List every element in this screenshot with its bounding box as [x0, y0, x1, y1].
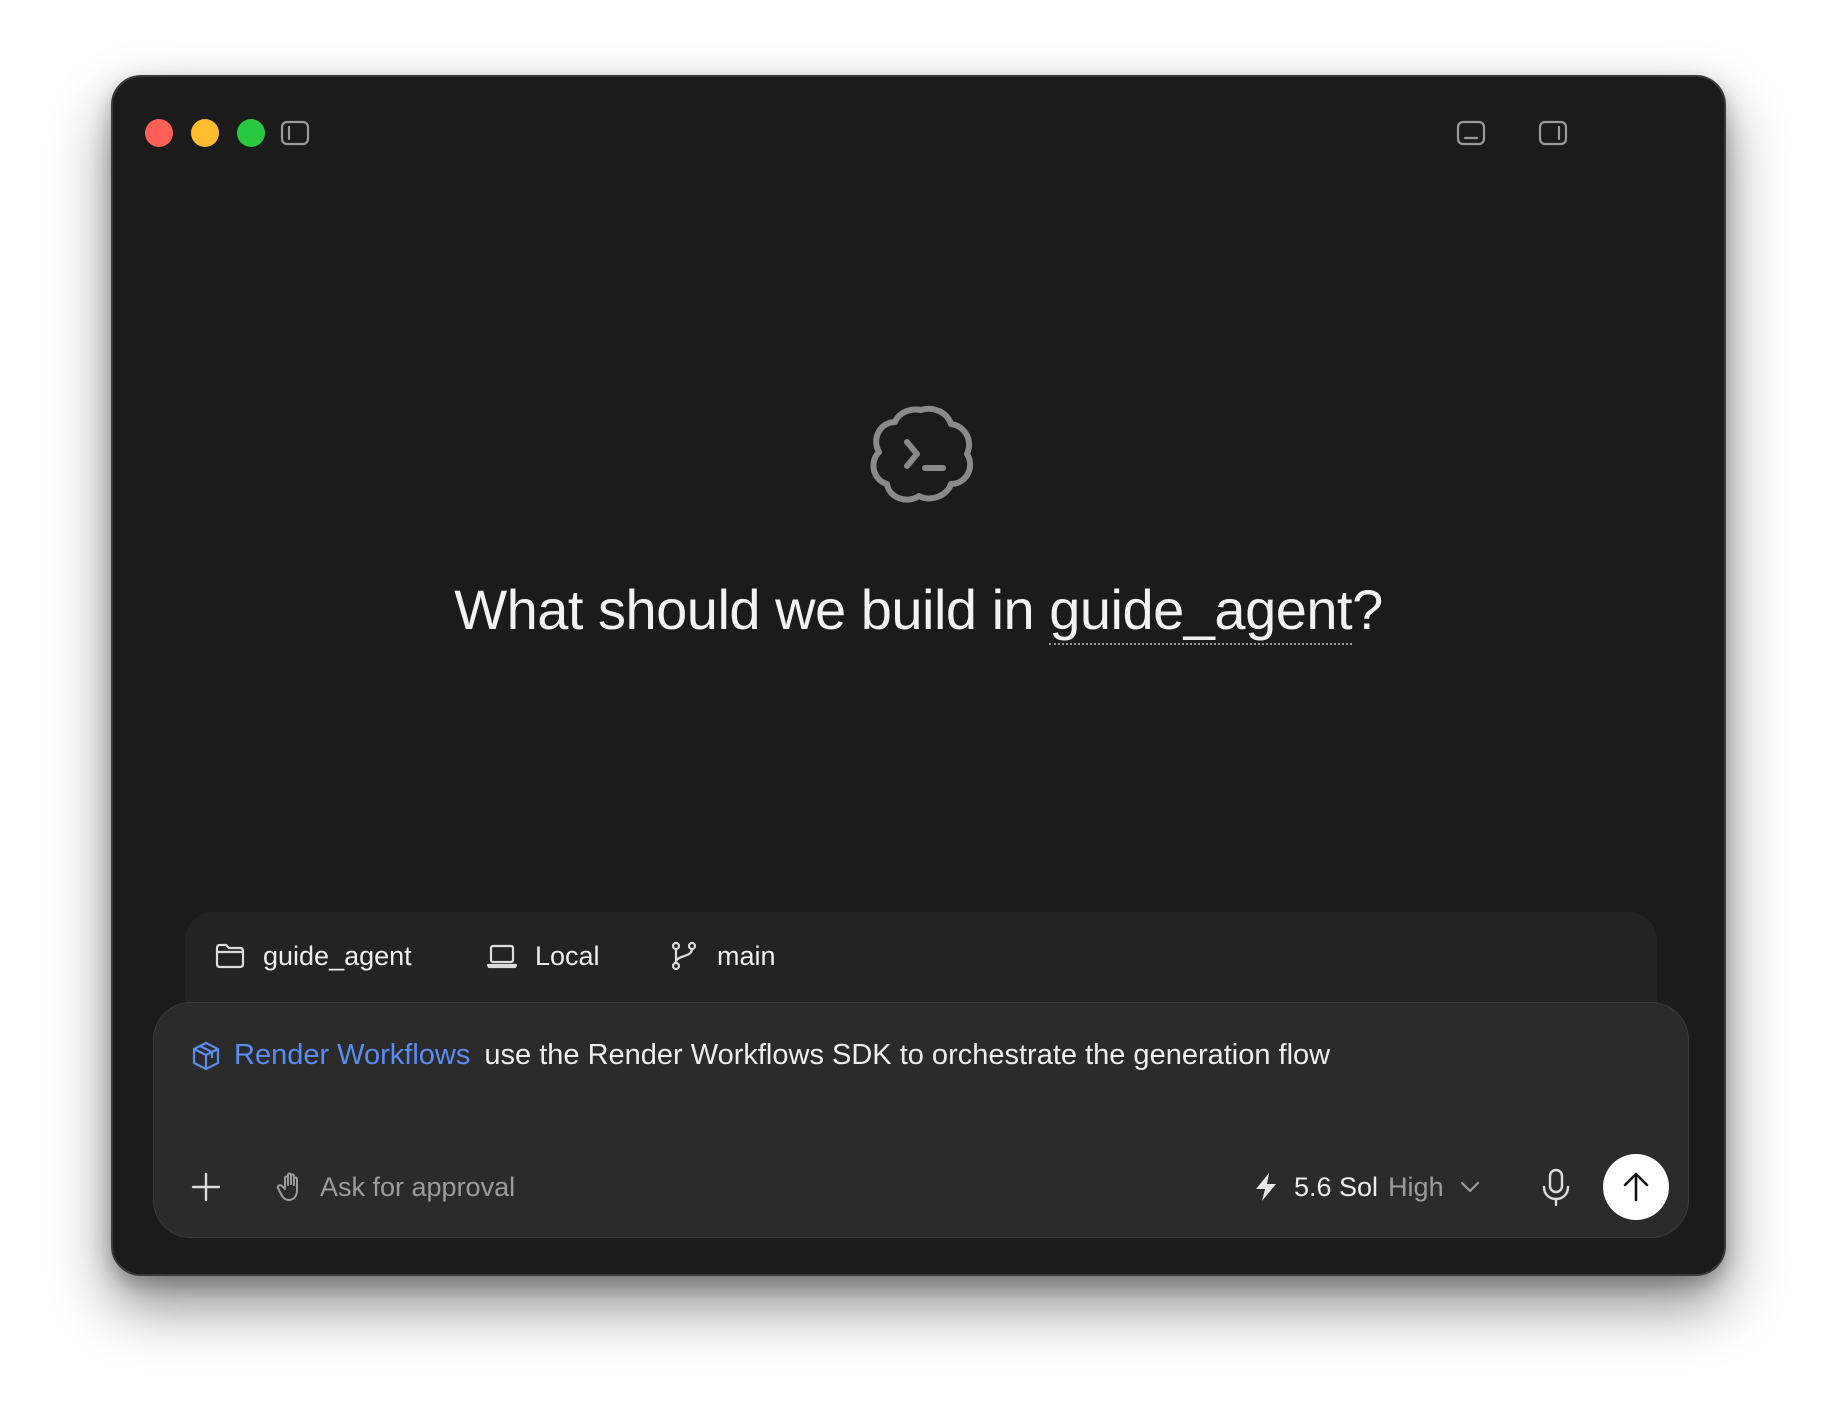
branch-label: main — [717, 940, 776, 971]
cube-icon — [190, 1040, 234, 1072]
model-selector[interactable]: 5.6 Sol High — [1250, 1165, 1484, 1209]
approval-label: Ask for approval — [320, 1171, 516, 1202]
skill-chip[interactable]: Render Workflows — [234, 1039, 470, 1072]
prompt-input[interactable]: Render Workflows use the Render Workflow… — [190, 1039, 1330, 1072]
folder-icon — [215, 943, 245, 969]
terminal-cloud-logo — [861, 392, 981, 512]
laptop-icon — [486, 944, 518, 969]
app-window: What should we build in guide_agent? gui… — [111, 75, 1726, 1276]
prompt-text[interactable]: use the Render Workflows SDK to orchestr… — [484, 1039, 1330, 1072]
arrow-up-icon — [1623, 1172, 1649, 1202]
headline-prefix: What should we build in — [454, 578, 1050, 641]
minimize-window-button[interactable] — [191, 119, 219, 147]
folder-selector[interactable]: guide_agent — [213, 932, 412, 980]
reasoning-level: High — [1388, 1171, 1444, 1202]
close-window-button[interactable] — [145, 119, 173, 147]
zoom-window-button[interactable] — [237, 119, 265, 147]
sidebar-left-icon[interactable] — [279, 117, 311, 149]
project-name-link[interactable]: guide_agent — [1049, 578, 1353, 645]
composer-toolbar: Ask for approval 5.6 Sol High — [154, 1151, 1688, 1221]
model-name: 5.6 Sol — [1294, 1171, 1379, 1202]
approval-mode-button[interactable]: Ask for approval — [274, 1165, 515, 1209]
plus-icon — [191, 1172, 221, 1202]
prompt-composer[interactable]: Render Workflows use the Render Workflow… — [153, 1002, 1689, 1238]
sidebar-right-icon[interactable] — [1537, 117, 1569, 149]
page-title: What should we build in guide_agent? — [113, 577, 1724, 645]
panel-bottom-icon[interactable] — [1455, 117, 1487, 149]
environment-selector[interactable]: Local — [485, 932, 600, 980]
chevron-down-icon — [1460, 1181, 1479, 1193]
context-bar: guide_agent Local main — [185, 912, 1657, 1012]
headline-suffix: ? — [1352, 578, 1383, 641]
bolt-icon — [1256, 1173, 1276, 1201]
hand-icon — [276, 1172, 298, 1201]
send-button[interactable] — [1603, 1154, 1669, 1220]
voice-input-button[interactable] — [1534, 1165, 1578, 1209]
folder-label: guide_agent — [263, 940, 412, 971]
git-branch-icon — [671, 941, 697, 971]
branch-selector[interactable]: main — [667, 932, 776, 980]
microphone-icon — [1542, 1168, 1570, 1207]
environment-label: Local — [535, 940, 600, 971]
add-attachment-button[interactable] — [188, 1169, 224, 1205]
